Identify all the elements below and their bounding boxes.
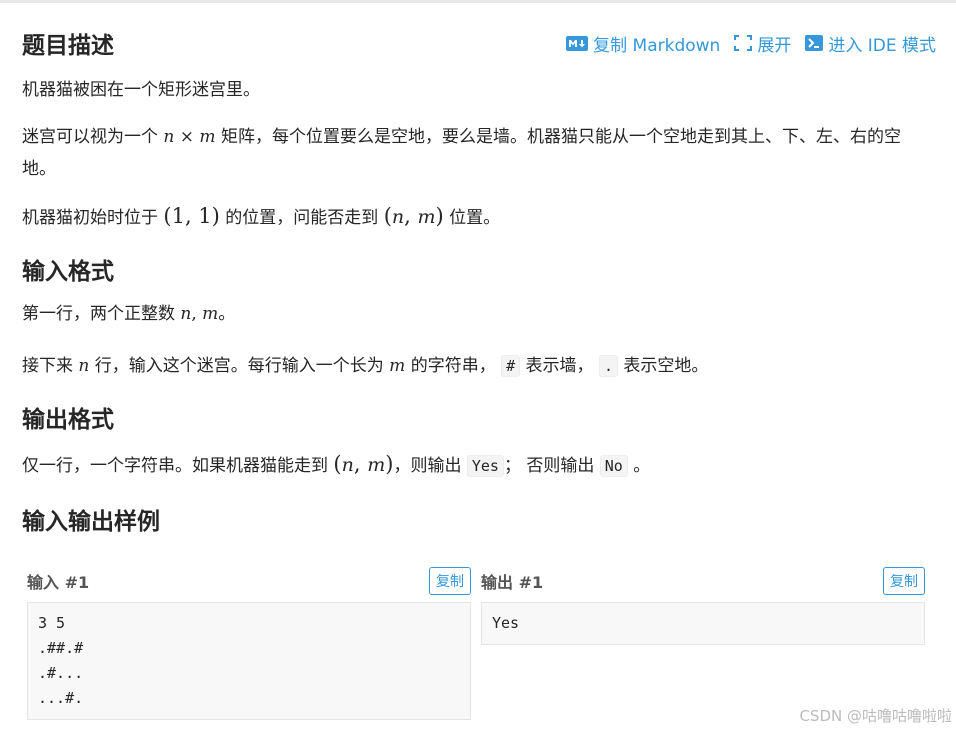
if2-text-e: 表示空地。 xyxy=(623,356,709,376)
problem-content: 题目描述 复制 Markdown 展开 进入 IDE 模式 机器猫被困在一个矩形… xyxy=(22,22,936,540)
samples-title: 输入输出样例 xyxy=(22,509,160,535)
math-target-n: n xyxy=(391,206,405,228)
no-code: No xyxy=(599,455,628,477)
description-header: 题目描述 复制 Markdown 展开 进入 IDE 模式 xyxy=(22,22,936,64)
p3-text-b: 的位置，问能否走到 xyxy=(225,208,379,228)
if2-text-b: 行，输入这个迷宫。每行输入一个长为 xyxy=(94,356,384,376)
sample-input-title: 输入 #1 xyxy=(27,573,90,592)
math-n: n xyxy=(341,454,354,476)
if1-text-b: 。 xyxy=(218,304,236,324)
math-n: n xyxy=(78,356,90,376)
math-times: × xyxy=(179,127,195,147)
description-paragraph-2: 迷宫可以视为一个 n × m 矩阵，每个位置要么是空地，要么是墙。机器猫只能从一… xyxy=(22,121,934,185)
sample-input-content[interactable]: 3 5 .##.# .#... ...#. xyxy=(27,602,471,720)
sample-output-header: 输出 #1 复制 xyxy=(481,566,925,596)
sample-boxes: 输入 #1 复制 3 5 .##.# .#... ...#. 输出 #1 复制 … xyxy=(27,566,925,720)
math-n: n xyxy=(180,304,192,324)
samples-header: 输入输出样例 xyxy=(22,498,934,540)
sample-output-title: 输出 #1 xyxy=(481,573,544,592)
of-text-d: 。 xyxy=(633,456,651,476)
math-target-pos: (n, m) xyxy=(333,452,394,476)
expand-button[interactable]: 展开 xyxy=(734,31,791,56)
top-divider xyxy=(0,0,956,3)
sample-output-content[interactable]: Yes xyxy=(481,602,925,645)
description-paragraph-1: 机器猫被困在一个矩形迷宫里。 xyxy=(22,74,934,106)
math-target-pos: (n, m) xyxy=(383,204,444,228)
markdown-icon xyxy=(566,35,589,51)
p3-text-c: 位置。 xyxy=(449,208,501,228)
p3-text-a: 机器猫初始时位于 xyxy=(22,208,158,228)
p2-text-a: 迷宫可以视为一个 xyxy=(22,127,158,147)
of-text-b: ，则输出 xyxy=(393,456,462,476)
ide-mode-label: 进入 IDE 模式 xyxy=(828,35,936,56)
empty-code: . xyxy=(598,355,618,377)
header-actions: 复制 Markdown 展开 进入 IDE 模式 xyxy=(566,31,936,56)
math-target-m: m xyxy=(417,206,436,228)
ide-mode-button[interactable]: 进入 IDE 模式 xyxy=(805,31,936,56)
if1-text-a: 第一行，两个正整数 xyxy=(22,304,175,324)
math-start-pos: (1, 1) xyxy=(163,204,220,228)
copy-markdown-label: 复制 Markdown xyxy=(593,35,721,56)
if2-text-c: 的字符串， xyxy=(410,356,496,376)
copy-output-button[interactable]: 复制 xyxy=(883,567,925,595)
if2-text-a: 接下来 xyxy=(22,356,73,376)
output-format-title: 输出格式 xyxy=(22,407,114,433)
wall-code: # xyxy=(501,355,521,377)
sample-input-header: 输入 #1 复制 xyxy=(27,566,471,596)
input-format-line-1: 第一行，两个正整数 n, m。 xyxy=(22,304,236,324)
description-paragraph-3: 机器猫初始时位于 (1, 1) 的位置，问能否走到 (n, m) 位置。 xyxy=(22,200,934,234)
copy-markdown-button[interactable]: 复制 Markdown xyxy=(566,31,720,56)
input-format-line-2: 接下来 n 行，输入这个迷宫。每行输入一个长为 m 的字符串， # 表示墙， .… xyxy=(22,350,934,382)
math-m: m xyxy=(367,454,386,476)
csdn-watermark: CSDN @咕噜咕噜啦啦 xyxy=(799,707,952,725)
terminal-icon xyxy=(805,35,824,51)
input-format-title: 输入格式 xyxy=(22,259,114,285)
of-text-a: 仅一行，一个字符串。如果机器猫能走到 xyxy=(22,456,328,476)
p1-text: 机器猫被困在一个矩形迷宫里。 xyxy=(22,80,260,100)
sample-output: 输出 #1 复制 Yes xyxy=(481,566,925,720)
input-format-header: 输入格式 xyxy=(22,248,934,290)
yes-code: Yes xyxy=(466,455,504,477)
math-m: m xyxy=(389,356,406,376)
of-text-c: ； 否则输出 xyxy=(503,456,595,476)
math-m: m xyxy=(202,304,219,324)
if2-text-d: 表示墙， xyxy=(525,356,594,376)
expand-icon xyxy=(734,35,753,51)
copy-input-button[interactable]: 复制 xyxy=(429,567,471,595)
output-format-header: 输出格式 xyxy=(22,396,934,438)
expand-label: 展开 xyxy=(757,35,792,56)
output-format-line: 仅一行，一个字符串。如果机器猫能走到 (n, m)，则输出 Yes； 否则输出 … xyxy=(22,448,934,482)
math-n: n xyxy=(163,127,175,147)
description-title: 题目描述 xyxy=(22,33,114,59)
math-m: m xyxy=(199,127,216,147)
sample-input: 输入 #1 复制 3 5 .##.# .#... ...#. xyxy=(27,566,471,720)
